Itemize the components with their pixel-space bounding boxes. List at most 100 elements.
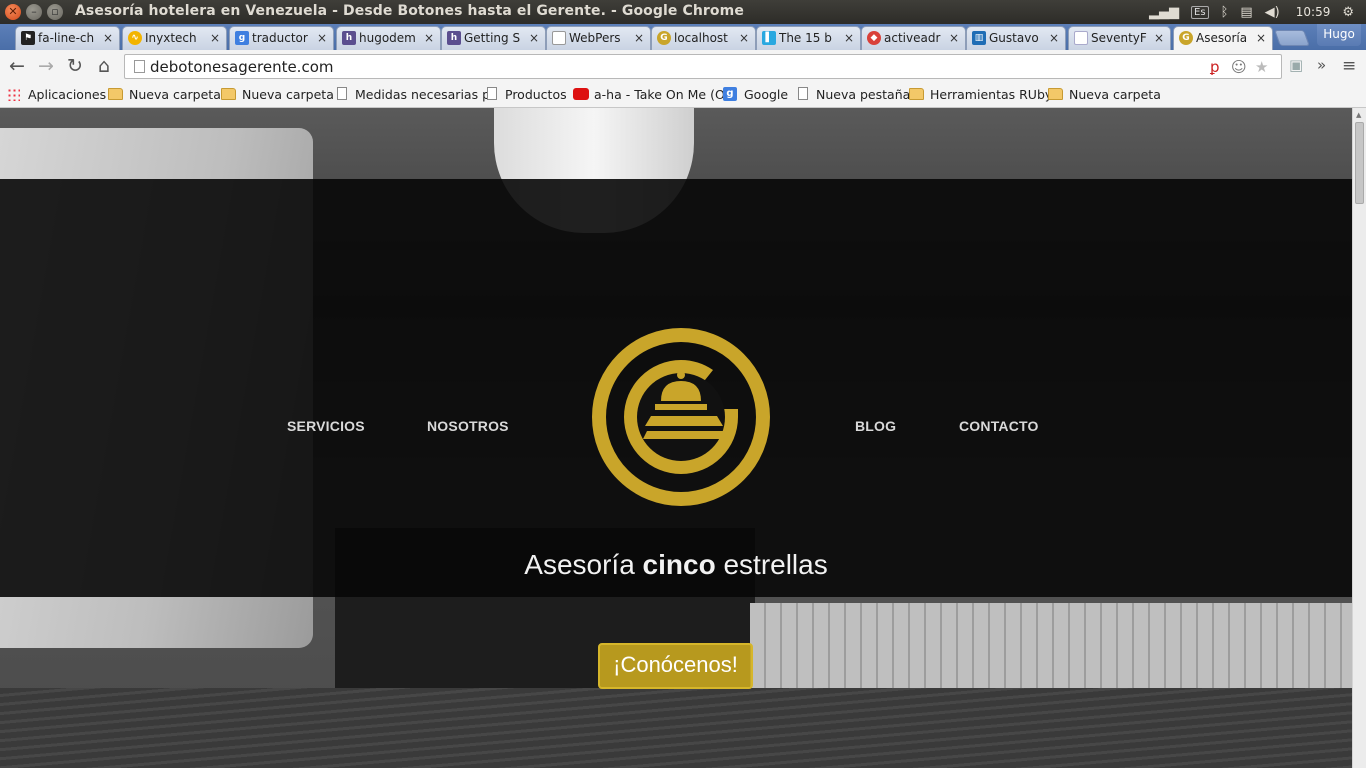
clock[interactable]: 10:59 [1296,5,1331,19]
profile-button[interactable]: Hugo [1317,24,1361,46]
forward-arrow-icon[interactable]: → [35,55,57,77]
nav-contacto-link[interactable]: CONTACTO [959,418,1039,434]
new-tab-button[interactable] [1274,30,1310,46]
tab[interactable]: h Getting S × [441,26,546,50]
tagline-emphasis: cinco [642,549,716,580]
tab[interactable]: G localhost × [651,26,756,50]
heroku-icon: h [342,31,356,45]
bookmark-folder[interactable]: Nueva carpeta [221,86,334,104]
bookmark-folder[interactable]: Nueva carpeta [1048,86,1161,104]
bluetooth-icon[interactable]: ᛒ [1221,5,1229,20]
brand-logo-bell-icon[interactable] [591,327,771,507]
signal-strength-icon[interactable]: ▂▄▆ [1149,5,1179,20]
tab[interactable]: g traductor × [229,26,334,50]
scrollbar-thumb[interactable] [1355,122,1364,204]
tab-close-icon[interactable]: × [949,27,959,49]
google-icon: g [723,87,737,101]
bookmark-folder[interactable]: Herramientas RUby [909,86,1052,104]
tab[interactable]: ⚑ fa-line-ch × [15,26,120,50]
tab[interactable]: ▌ The 15 b × [756,26,861,50]
bookmark-label: Aplicaciones [28,87,107,102]
tab-close-icon[interactable]: × [844,27,854,49]
window-title: Asesoría hotelera en Venezuela - Desde B… [75,3,744,19]
reddit-icon[interactable]: ☺ [1231,58,1247,76]
tab[interactable]: SeventyF × [1068,26,1171,50]
bookmark-label: Nueva pestaña [816,87,911,102]
tab-close-icon[interactable]: × [1154,27,1164,49]
bookmark-apps[interactable]: Aplicaciones [7,86,106,104]
tab-label: fa-line-ch [38,31,95,45]
heroku-icon: h [447,31,461,45]
window-maximize-button[interactable]: ▫ [47,4,63,20]
tab-close-icon[interactable]: × [529,27,539,49]
site-logo-icon: G [657,31,671,45]
tab-label: Inyxtech [145,31,197,45]
tab-strip: ⚑ fa-line-ch × ∿ Inyxtech × g traductor … [0,24,1366,51]
scroll-up-arrow-icon[interactable]: ▲ [1356,111,1361,119]
folder-icon [1048,88,1063,100]
tab-close-icon[interactable]: × [1256,27,1266,49]
bookmark-label: Nueva carpeta [129,87,221,102]
url-text: debotonesagerente.com [150,58,334,76]
tab-label: Gustavo [989,31,1039,45]
tab[interactable]: h hugodem × [336,26,441,50]
bookmark-label: Nueva carpeta [1069,87,1161,102]
clipboard-icon[interactable]: ▤ [1240,5,1252,20]
tagline-text: Asesoría [524,549,643,580]
page-info-icon[interactable] [134,60,145,73]
bookmark-item[interactable]: Productos [484,86,567,104]
tab-close-icon[interactable]: × [424,27,434,49]
bookmark-star-icon[interactable]: ★ [1255,58,1268,76]
page-icon [552,31,566,45]
bookmark-item[interactable]: Nueva pestaña [795,86,910,104]
tab-close-icon[interactable]: × [103,27,113,49]
bookmark-item[interactable]: a-ha - Take On Me (Of [573,86,729,104]
extension-icon[interactable]: ▣ [1289,56,1303,74]
volume-icon[interactable]: ◀) [1265,5,1280,20]
folder-icon [108,88,123,100]
overflow-chevron-icon[interactable]: » [1317,56,1326,74]
tab-active[interactable]: G Asesoría × [1173,26,1273,51]
tab[interactable]: ◆ activeadr × [861,26,966,50]
conocenos-button[interactable]: ¡Conócenos! [598,643,753,689]
background-wood-image [0,688,1352,768]
settings-gear-icon[interactable]: ⚙ [1342,5,1354,20]
tab-label: SeventyF [1091,31,1147,45]
tab-close-icon[interactable]: × [1049,27,1059,49]
tab-close-icon[interactable]: × [210,27,220,49]
tab-close-icon[interactable]: × [739,27,749,49]
address-bar[interactable]: debotonesagerente.com ꝑ ☺ ★ [124,54,1282,79]
back-arrow-icon[interactable]: ← [6,55,28,77]
keyboard-layout-indicator[interactable]: Es [1191,5,1209,19]
google-icon: g [235,31,249,45]
nav-servicios-link[interactable]: SERVICIOS [287,418,365,434]
bookmark-item[interactable]: g Google [723,86,788,104]
window-close-button[interactable]: ✕ [5,4,21,20]
reload-icon[interactable]: ↻ [64,55,86,77]
background-paper-image [750,603,1352,688]
nav-nosotros-link[interactable]: NOSOTROS [427,418,509,434]
bookmark-item[interactable]: Medidas necesarias p [334,86,490,104]
nav-blog-link[interactable]: BLOG [855,418,896,434]
tab-label: The 15 b [779,31,832,45]
tab[interactable]: WebPers × [546,26,651,50]
window-title-bar: ✕ – ▫ Asesoría hotelera en Venezuela - D… [0,0,1366,24]
page-icon [798,87,808,100]
tab-close-icon[interactable]: × [317,27,327,49]
home-icon[interactable]: ⌂ [93,55,115,77]
bookmark-label: a-ha - Take On Me (Of [594,87,730,102]
menu-icon[interactable]: ≡ [1342,56,1356,76]
bookmark-folder[interactable]: Nueva carpeta [108,86,221,104]
tab-label: Getting S [464,31,521,45]
page-scrollbar[interactable]: ▲ [1352,108,1366,768]
extension-red-icon[interactable]: ꝑ [1210,58,1220,76]
tab[interactable]: ▥ Gustavo × [966,26,1066,50]
page-icon [337,87,347,100]
tab-close-icon[interactable]: × [634,27,644,49]
inyxtech-icon: ∿ [128,31,142,45]
window-minimize-button[interactable]: – [26,4,42,20]
blog-icon: ▌ [762,31,776,45]
tab[interactable]: ∿ Inyxtech × [122,26,227,50]
hero-tagline: Asesoría cinco estrellas [0,549,1352,581]
page-viewport: SERVICIOS NOSOTROS BLOG CONTACTO Asesorí… [0,108,1352,768]
